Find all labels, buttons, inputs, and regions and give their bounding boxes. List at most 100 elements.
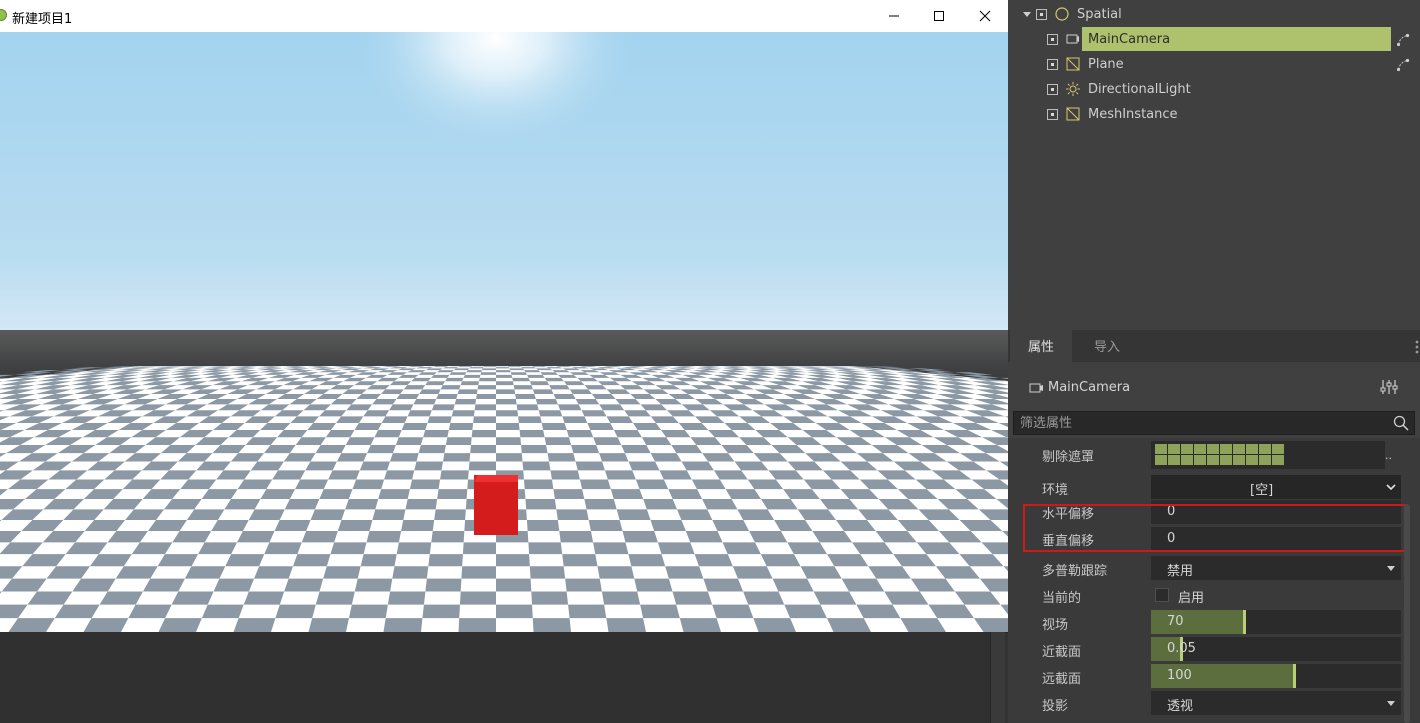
editor-bottom-area <box>0 632 990 723</box>
chevron-down-icon[interactable] <box>1386 483 1396 491</box>
visibility-toggle-icon[interactable] <box>1047 83 1058 95</box>
prop-label: 近截面 <box>1042 645 1082 660</box>
tree-item-label: DirectionalLight <box>1088 81 1191 97</box>
slider-grabber[interactable] <box>1242 610 1246 634</box>
inspector-object-header[interactable]: MainCamera <box>1008 370 1420 404</box>
signal-connection-icon[interactable] <box>1396 33 1410 47</box>
prop-environment: 环境 [空] <box>1008 474 1406 501</box>
tree-item-directionallight[interactable]: DirectionalLight <box>1047 77 1195 101</box>
object-name: MainCamera <box>1048 380 1131 395</box>
layer-toggle[interactable] <box>1194 455 1206 465</box>
prop-label: 视场 <box>1042 618 1069 633</box>
layer-toggle[interactable] <box>1207 455 1219 465</box>
layer-toggle[interactable] <box>1259 444 1271 454</box>
game-window: 新建项目1 <box>0 0 1008 632</box>
tree-item-label: MainCamera <box>1088 31 1171 47</box>
doppler-dropdown[interactable]: 禁用 <box>1151 556 1401 580</box>
prop-cull-mask: 剔除遮罩 .. <box>1008 441 1406 469</box>
minimize-icon <box>889 15 899 17</box>
prop-label: 当前的 <box>1042 591 1082 606</box>
layer-grid[interactable] <box>1155 444 1284 465</box>
slider-grabber[interactable] <box>1292 664 1296 688</box>
far-slider[interactable]: 100 <box>1151 664 1401 688</box>
object-properties-icon[interactable] <box>1380 380 1398 394</box>
mesh-icon <box>1066 57 1080 71</box>
layer-toggle[interactable] <box>1259 455 1271 465</box>
layer-toggle[interactable] <box>1155 455 1167 465</box>
layer-toggle[interactable] <box>1272 444 1284 454</box>
prop-label: 投影 <box>1042 699 1069 714</box>
prop-far: 远截面 100 <box>1008 663 1406 690</box>
tree-item-label: Plane <box>1088 56 1124 72</box>
camera-icon <box>1029 383 1043 393</box>
tree-item-maincamera[interactable]: MainCamera <box>1047 27 1174 51</box>
dock-divider[interactable] <box>990 632 1005 723</box>
current-checkbox-label: 启用 <box>1178 591 1205 606</box>
prop-label: 远截面 <box>1042 672 1082 687</box>
layer-toggle[interactable] <box>1155 444 1167 454</box>
window-title: 新建项目1 <box>12 12 73 27</box>
collapse-arrow-icon[interactable] <box>1022 9 1032 19</box>
layer-toggle[interactable] <box>1246 444 1258 454</box>
dropdown-arrow-icon <box>1387 701 1395 706</box>
prop-doppler-tracking: 多普勒跟踪 禁用 <box>1008 555 1406 582</box>
visibility-toggle-icon[interactable] <box>1036 8 1047 20</box>
fov-slider[interactable]: 70 <box>1151 610 1401 634</box>
visibility-toggle-icon[interactable] <box>1047 33 1058 45</box>
projection-value: 透视 <box>1167 699 1194 714</box>
prop-label: 环境 <box>1042 483 1069 498</box>
layer-toggle[interactable] <box>1233 455 1245 465</box>
layer-toggle[interactable] <box>1181 444 1193 454</box>
tab-import[interactable]: 导入 <box>1076 330 1138 362</box>
near-value: 0.05 <box>1167 641 1196 656</box>
near-slider[interactable]: 0.05 <box>1151 637 1401 661</box>
cull-mask-more-button[interactable]: .. <box>1385 449 1401 473</box>
prop-fov: 视场 70 <box>1008 609 1406 636</box>
layer-toggle[interactable] <box>1220 455 1232 465</box>
layer-toggle[interactable] <box>1181 455 1193 465</box>
layer-toggle[interactable] <box>1272 455 1284 465</box>
red-cube <box>474 475 518 535</box>
far-value: 100 <box>1167 668 1192 683</box>
close-icon <box>979 10 991 22</box>
godot-app-icon <box>0 9 7 21</box>
projection-dropdown[interactable]: 透视 <box>1151 691 1401 715</box>
close-button[interactable] <box>962 0 1008 32</box>
property-list: 剔除遮罩 .. 环境 [空] 水平偏移 0 垂直偏移 0 多普勒跟踪 禁用 当前… <box>1008 438 1420 723</box>
filter-properties-input[interactable] <box>1013 411 1415 435</box>
doppler-value: 禁用 <box>1167 564 1194 579</box>
visibility-toggle-icon[interactable] <box>1047 58 1058 70</box>
layer-toggle[interactable] <box>1207 444 1219 454</box>
layer-toggle[interactable] <box>1220 444 1232 454</box>
light-icon <box>1066 82 1080 96</box>
prop-near: 近截面 0.05 <box>1008 636 1406 663</box>
inspector-tab-bar: 属性 导入 <box>1008 330 1420 362</box>
slider-fill <box>1151 610 1244 634</box>
layer-toggle[interactable] <box>1194 444 1206 454</box>
tree-item-plane[interactable]: Plane <box>1047 52 1128 76</box>
tree-item-label: MeshInstance <box>1088 106 1178 122</box>
minimize-button[interactable] <box>871 0 917 32</box>
layer-toggle[interactable] <box>1168 455 1180 465</box>
camera-icon <box>1066 34 1079 44</box>
maximize-button[interactable] <box>916 0 962 32</box>
layer-toggle[interactable] <box>1246 455 1258 465</box>
cull-mask-layers[interactable] <box>1151 441 1385 469</box>
visibility-toggle-icon[interactable] <box>1047 108 1058 120</box>
signal-connection-icon[interactable] <box>1396 58 1410 72</box>
window-titlebar[interactable]: 新建项目1 <box>0 0 1008 32</box>
current-checkbox[interactable] <box>1155 588 1169 602</box>
tree-item-meshinstance[interactable]: MeshInstance <box>1047 102 1182 126</box>
environment-resource-field[interactable]: [空] <box>1151 475 1401 499</box>
layer-toggle[interactable] <box>1233 444 1245 454</box>
dropdown-arrow-icon <box>1387 566 1395 571</box>
game-viewport[interactable] <box>0 32 1008 632</box>
tab-inspector[interactable]: 属性 <box>1010 330 1073 362</box>
prop-label: 剔除遮罩 <box>1042 450 1095 465</box>
tree-item-spatial[interactable]: Spatial <box>1022 2 1126 26</box>
inspector-scrollbar[interactable] <box>1404 504 1410 723</box>
tree-item-label: Spatial <box>1077 6 1122 22</box>
layer-toggle[interactable] <box>1168 444 1180 454</box>
more-options-icon[interactable] <box>1415 340 1419 354</box>
annotation-highlight-box <box>1023 504 1406 552</box>
